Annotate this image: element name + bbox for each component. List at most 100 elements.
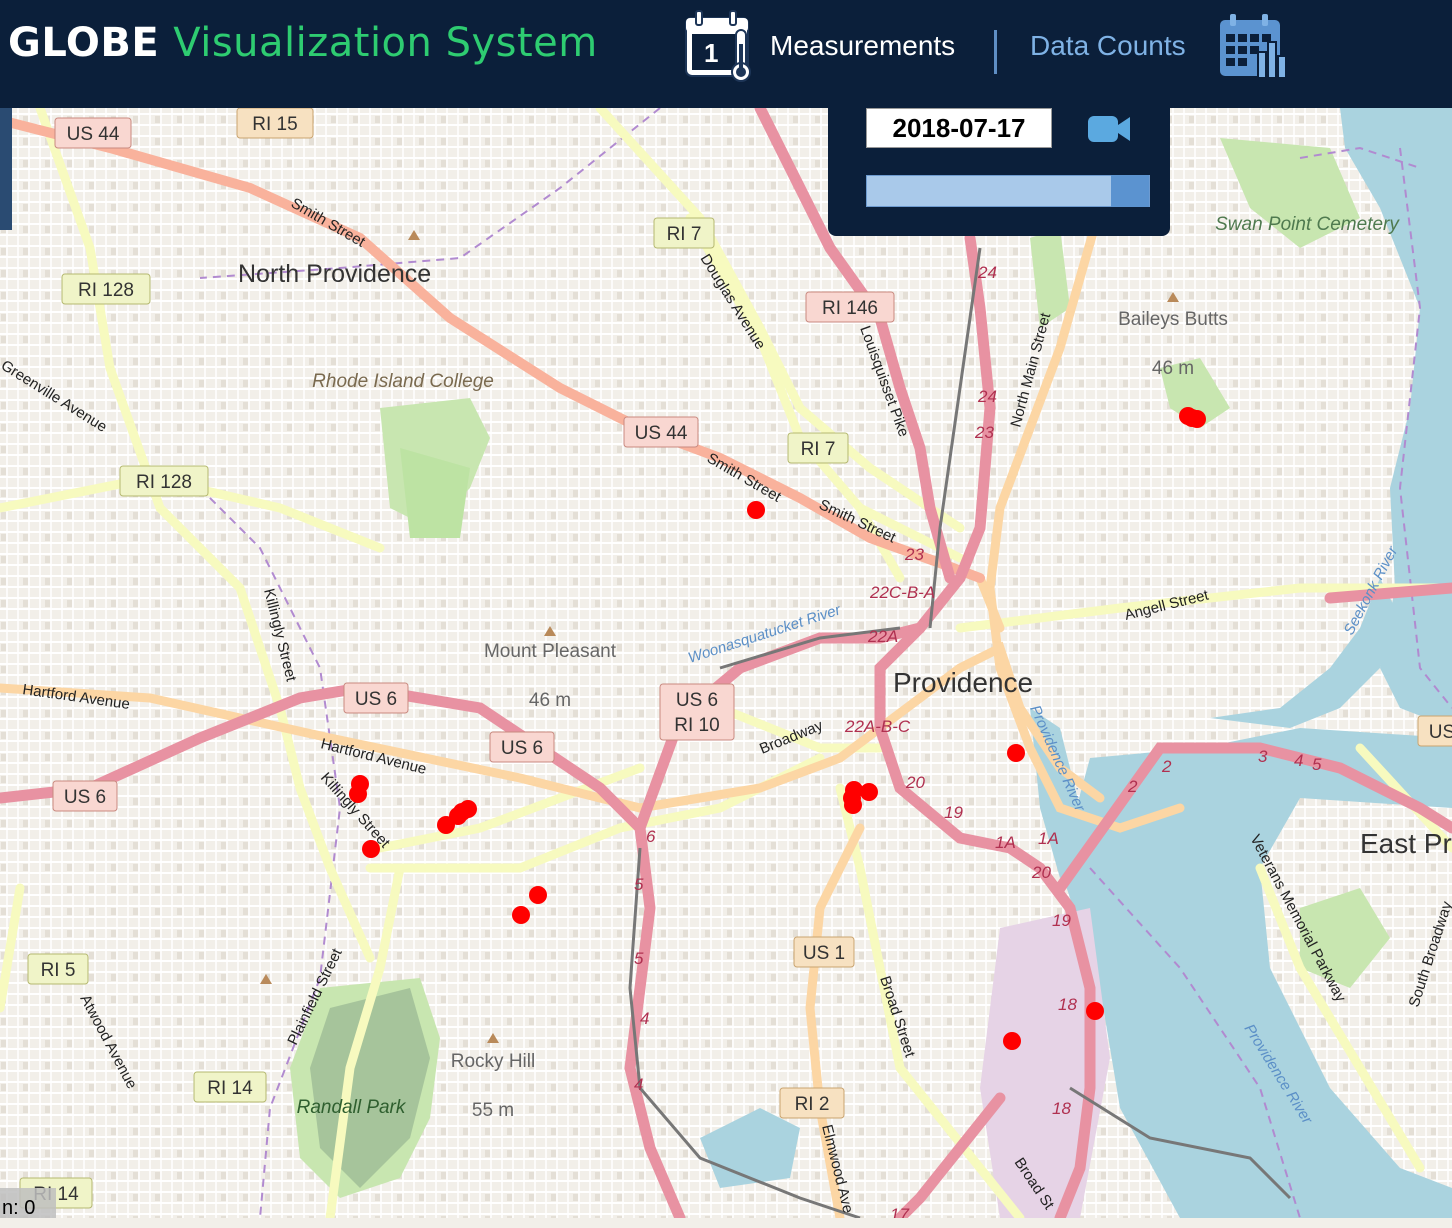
route-shield: US 6 (52, 780, 118, 812)
time-control-panel: 2018-07-17 (828, 100, 1170, 236)
basemap[interactable]: US 44 RI 15 RI 128 RI 128 RI 7 RI 146 US… (0, 108, 1452, 1218)
route-shield-label: US 44 (635, 423, 688, 444)
route-shield-label: RI 14 (207, 1078, 253, 1099)
landmark-label: 46 m (1152, 358, 1194, 379)
measurement-site-marker[interactable] (843, 789, 861, 807)
route-shield-label: RI 15 (252, 114, 297, 135)
measurement-site-marker[interactable] (860, 783, 878, 801)
exit-label: 24 (977, 387, 997, 406)
measurement-site-marker[interactable] (1183, 409, 1201, 427)
video-camera-icon[interactable] (1086, 112, 1132, 146)
route-shield: US 44 (623, 416, 699, 448)
app-title: GLOBE Visualization System (8, 20, 598, 66)
exit-label: 5 (634, 949, 644, 968)
route-shield-label: US 6 (676, 690, 718, 711)
route-shield: RI 2 (779, 1087, 845, 1119)
exit-label: 5 (1312, 755, 1322, 774)
landmark-label: 46 m (529, 690, 571, 711)
route-shield: RI 7 (787, 432, 849, 464)
exit-label: 2 (1127, 777, 1138, 796)
exit-label: 3 (1258, 747, 1268, 766)
route-shield-label: US 6 (501, 738, 543, 759)
exit-label: 18 (1052, 1099, 1071, 1118)
date-slider-handle[interactable] (1111, 175, 1149, 207)
route-shield: RI 15 (236, 108, 314, 139)
exit-label: 22A (867, 627, 898, 646)
route-shield-label: RI 7 (667, 224, 702, 245)
exit-label: 4 (634, 1075, 643, 1094)
route-shield-label: RI 7 (801, 439, 836, 460)
route-shield-label: RI 2 (795, 1094, 830, 1115)
date-slider[interactable] (866, 175, 1150, 207)
header-bar: GLOBE Visualization System 1 Measurements… (0, 0, 1452, 108)
exit-label: 24 (977, 263, 997, 282)
exit-label: 19 (1052, 911, 1071, 930)
exit-label: 17 (890, 1205, 909, 1218)
route-shield: US 44 (54, 117, 132, 149)
route-shield: US (1417, 715, 1452, 747)
exit-label: 22A-B-C (844, 717, 911, 736)
route-shield-label: RI 128 (136, 472, 192, 493)
measurement-site-marker[interactable] (1007, 744, 1025, 762)
exit-label: 23 (974, 423, 994, 442)
exit-label: 4 (640, 1009, 649, 1028)
measurement-site-marker[interactable] (529, 886, 547, 904)
measurements-nav-button[interactable]: 1 Measurements (682, 8, 955, 84)
route-shield-label: US 44 (67, 124, 120, 145)
landmark-label: Mount Pleasant (484, 641, 617, 662)
exit-label: 6 (646, 827, 656, 846)
exit-label: 20 (905, 773, 925, 792)
place-label-north-providence: North Providence (238, 260, 431, 288)
data-counts-label: Data Counts (1030, 30, 1186, 61)
measurement-site-marker[interactable] (362, 840, 380, 858)
route-shield: US 1 (793, 936, 855, 968)
route-shield-label: US 1 (803, 943, 845, 964)
route-shield: RI 146 (805, 291, 895, 323)
measurement-site-marker[interactable] (437, 816, 455, 834)
route-shield-label: US 6 (64, 787, 106, 808)
exit-label: 20 (1031, 863, 1051, 882)
route-shield-label: US (1429, 722, 1452, 743)
calendar-thermometer-icon: 1 (685, 10, 751, 82)
landmark-label: Randall Park (297, 1097, 407, 1118)
route-shield: RI 128 (119, 465, 209, 497)
route-shield: RI 5 (27, 953, 89, 985)
route-shield-label: RI 5 (41, 960, 76, 981)
map-canvas[interactable]: US 44 RI 15 RI 128 RI 128 RI 7 RI 146 US… (0, 108, 1452, 1218)
measurement-site-marker[interactable] (747, 501, 765, 519)
route-shield: RI 14 (193, 1071, 267, 1103)
exit-label: 5 (634, 875, 644, 894)
data-counts-nav-button[interactable]: Data Counts (1030, 8, 1186, 84)
exit-label: 2 (1161, 757, 1172, 776)
landmark-label: Swan Point Cemetery (1215, 214, 1400, 235)
measurement-site-marker[interactable] (1086, 1002, 1104, 1020)
route-shield-label: US 6 (355, 689, 397, 710)
route-shield-label: RI 146 (822, 298, 878, 319)
side-control-strip[interactable] (0, 108, 12, 230)
measurement-site-marker[interactable] (1003, 1032, 1021, 1050)
route-shield: US 6 RI 10 (659, 683, 735, 741)
date-display[interactable]: 2018-07-17 (866, 108, 1052, 148)
nav-separator (994, 30, 997, 74)
route-shield-label: RI 128 (78, 280, 134, 301)
exit-label: 1A (1038, 829, 1059, 848)
route-shield: US 6 (489, 731, 555, 763)
landmark-label: 55 m (472, 1100, 514, 1121)
measurement-site-marker[interactable] (349, 785, 367, 803)
measurements-label: Measurements (770, 30, 956, 61)
route-shield-label: RI 10 (674, 715, 719, 736)
exit-label: 19 (944, 803, 963, 822)
exit-label: 22C-B-A (869, 583, 935, 602)
route-shield: RI 128 (61, 273, 151, 305)
route-shield: RI 7 (653, 217, 715, 249)
landmark-label: Baileys Butts (1118, 309, 1228, 330)
landmark-label: Rhode Island College (312, 371, 494, 392)
calendar-day: 1 (704, 38, 718, 68)
route-shield: US 6 (343, 682, 409, 714)
corner-readout: n: 0 (0, 1188, 56, 1219)
landmark-label: Rocky Hill (451, 1051, 535, 1072)
exit-label: 18 (1058, 995, 1077, 1014)
measurement-site-marker[interactable] (453, 803, 471, 821)
measurement-site-marker[interactable] (512, 906, 530, 924)
calendar-grid-icon[interactable] (1218, 12, 1290, 82)
